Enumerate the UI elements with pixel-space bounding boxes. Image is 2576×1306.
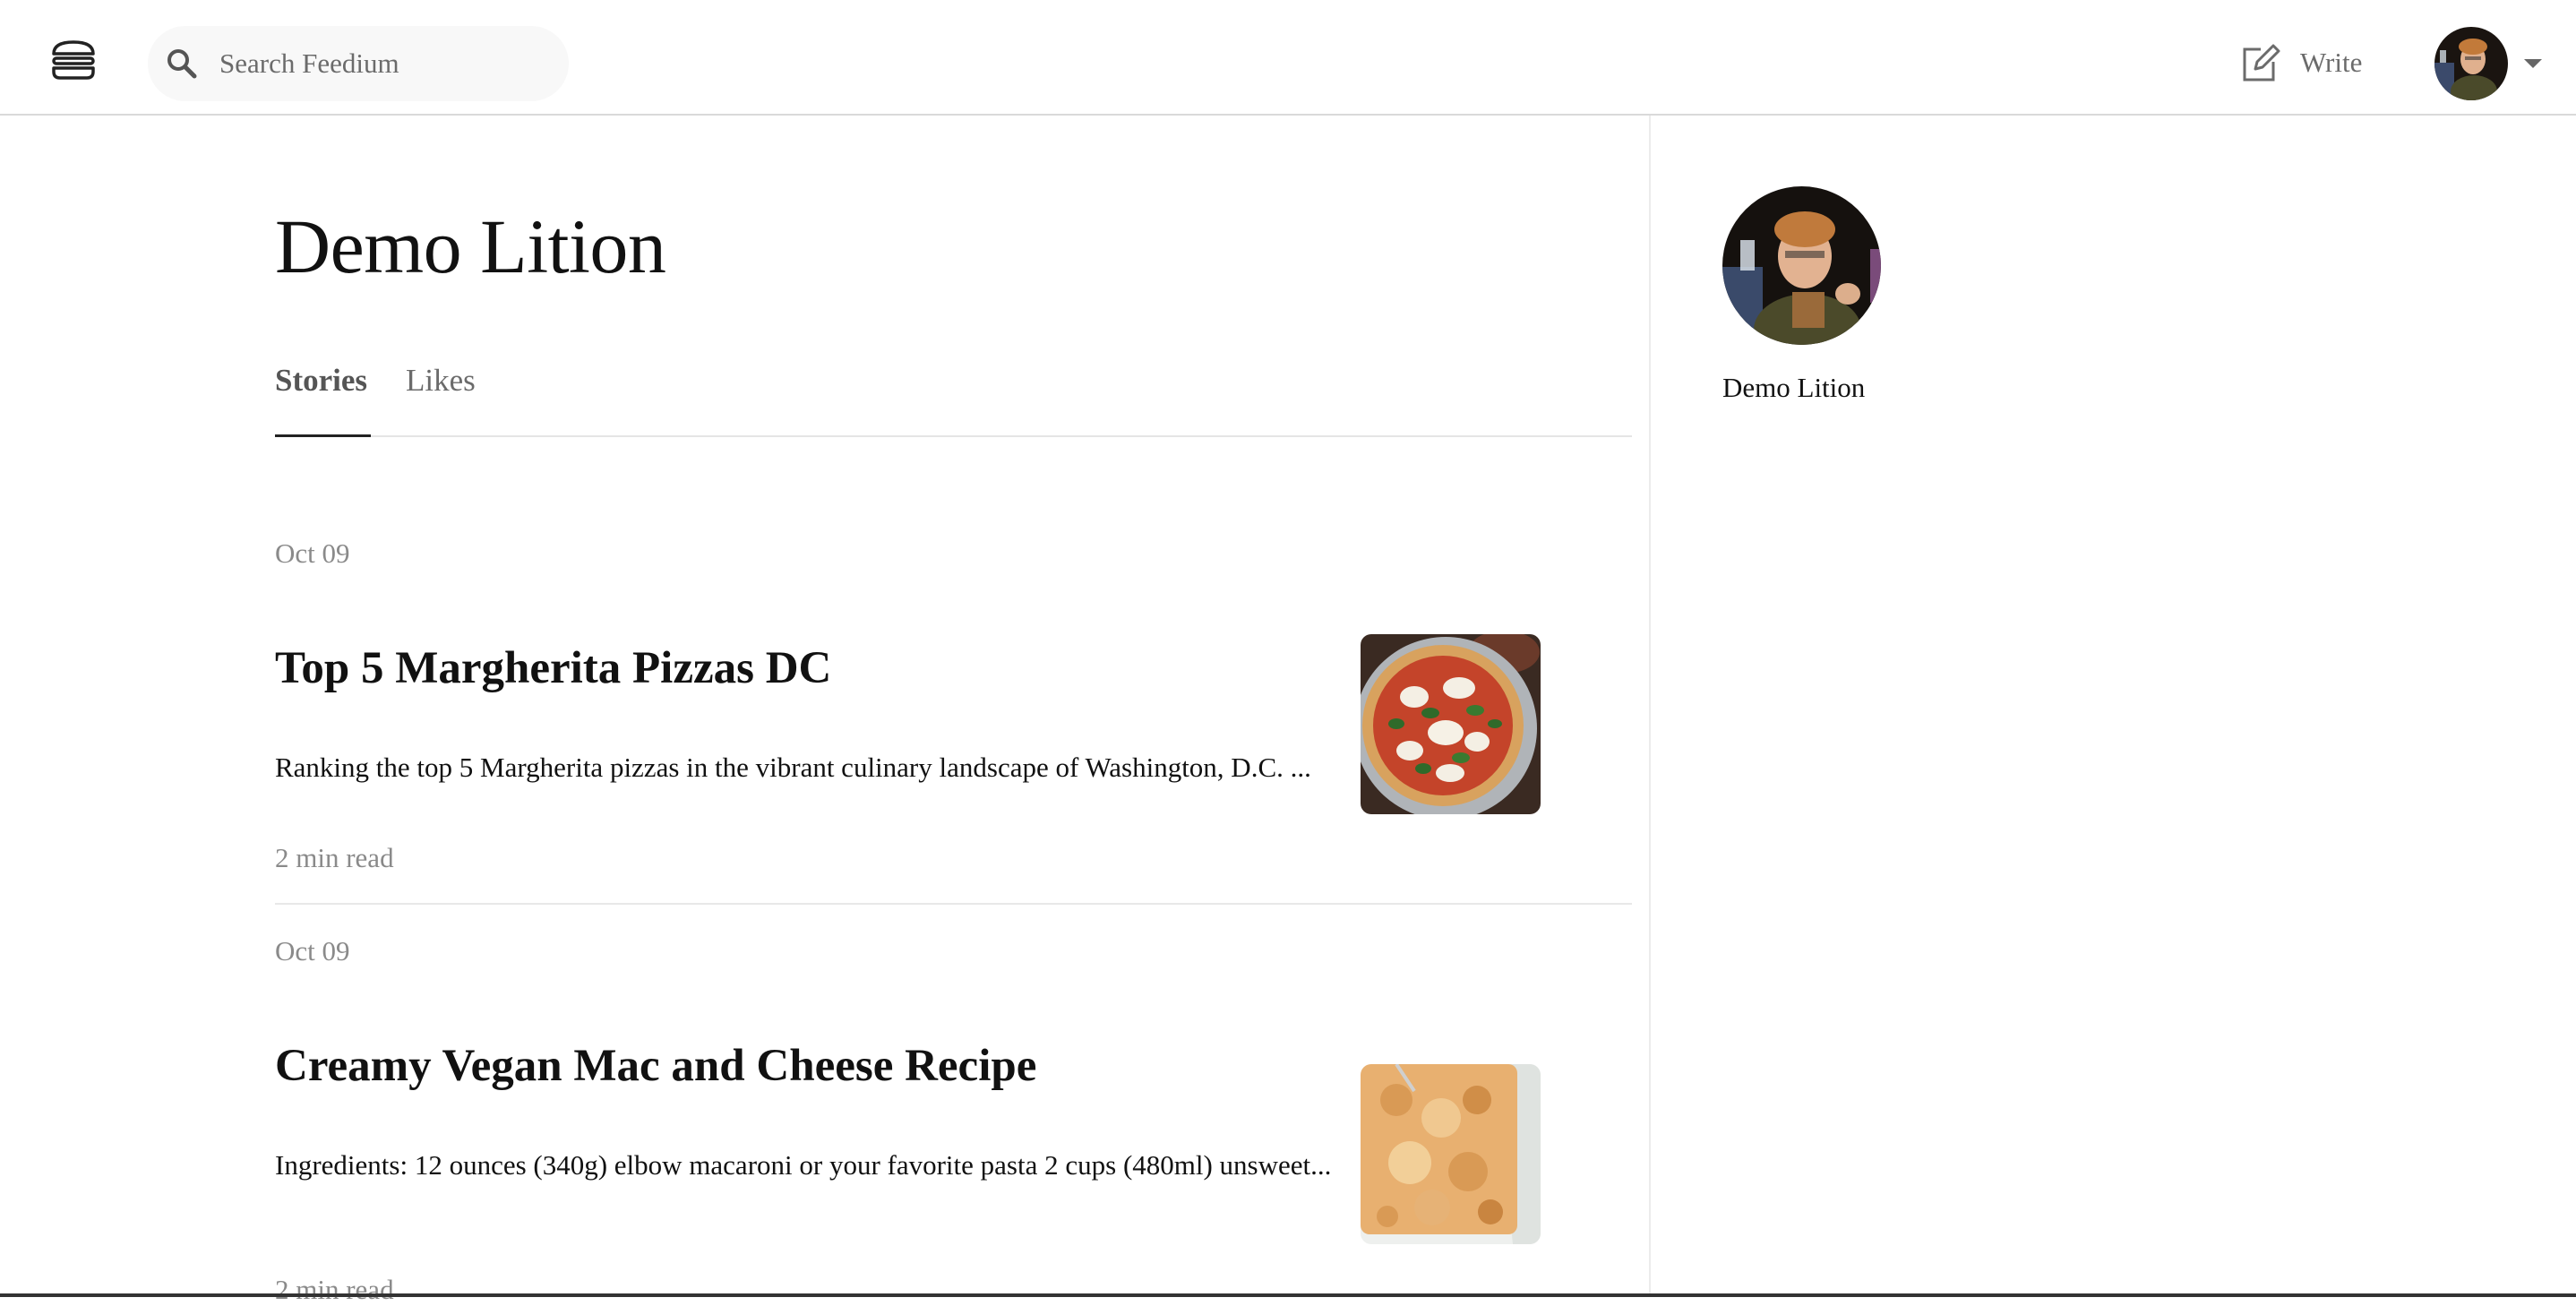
story-excerpt: Ranking the top 5 Margherita pizzas in t… <box>275 752 1311 783</box>
story-date: Oct 09 <box>275 935 350 967</box>
chevron-down-icon[interactable] <box>2522 57 2544 70</box>
write-button[interactable]: Write <box>2239 39 2362 86</box>
write-label: Write <box>2300 47 2363 78</box>
story-card: Oct 09 Top 5 Margherita Pizzas DC Rankin… <box>275 537 1632 905</box>
profile-photo <box>1722 186 1881 345</box>
story-card: Oct 09 Creamy Vegan Mac and Cheese Recip… <box>275 935 1632 1305</box>
content-divider <box>1649 116 1651 1297</box>
profile-avatar <box>1722 186 1881 345</box>
search-bar[interactable] <box>148 26 569 101</box>
search-input[interactable] <box>219 26 551 101</box>
pizza-image <box>1361 634 1541 814</box>
story-read-time: 2 min read <box>275 1274 394 1305</box>
top-navigation-bar: Write <box>0 0 2576 116</box>
hamburger-logo-icon[interactable] <box>49 39 98 81</box>
tab-likes[interactable]: Likes <box>406 363 476 437</box>
story-divider <box>275 903 1632 905</box>
sidebar-profile-name[interactable]: Demo Lition <box>1722 372 1865 404</box>
story-title[interactable]: Creamy Vegan Mac and Cheese Recipe <box>275 1040 1036 1092</box>
search-icon <box>167 49 197 79</box>
story-thumbnail[interactable] <box>1361 634 1541 814</box>
window-bottom-border <box>0 1293 2576 1297</box>
tab-stories[interactable]: Stories <box>275 363 371 437</box>
avatar <box>2434 27 2508 100</box>
story-date: Oct 09 <box>275 537 350 569</box>
write-pencil-icon <box>2243 44 2280 82</box>
story-thumbnail[interactable] <box>1361 1064 1541 1244</box>
page-title: Demo Lition <box>275 203 666 289</box>
profile-tabs: Stories Likes <box>275 363 1632 437</box>
story-excerpt: Ingredients: 12 ounces (340g) elbow maca… <box>275 1149 1332 1181</box>
story-title[interactable]: Top 5 Margherita Pizzas DC <box>275 642 831 694</box>
user-avatar-menu[interactable] <box>2434 27 2508 100</box>
mac-and-cheese-image <box>1361 1064 1541 1244</box>
story-read-time: 2 min read <box>275 842 394 873</box>
